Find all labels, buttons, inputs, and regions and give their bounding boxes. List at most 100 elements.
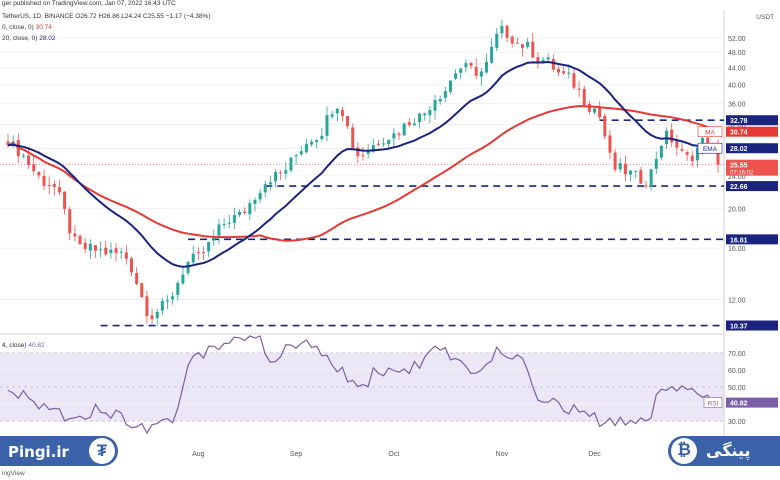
candle-body[interactable] [474,66,478,76]
candle-body[interactable] [407,122,411,126]
candle-body[interactable] [629,170,633,175]
candle-body[interactable] [582,88,586,106]
candle-body[interactable] [165,300,169,302]
ma-legend[interactable]: 0, close, 0) 30.74 [2,24,52,31]
candle-body[interactable] [551,59,555,70]
candle-body[interactable] [397,133,401,136]
candle-body[interactable] [294,155,298,157]
candle-body[interactable] [289,157,293,171]
candle-body[interactable] [387,139,391,145]
candle-body[interactable] [217,224,221,236]
candle-body[interactable] [238,211,242,216]
candle-body[interactable] [392,133,396,139]
candle-body[interactable] [351,127,355,150]
candle-body[interactable] [119,251,123,253]
candle-body[interactable] [274,171,278,182]
candle-body[interactable] [181,274,185,284]
candle-body[interactable] [32,164,36,172]
candle-body[interactable] [114,248,118,253]
candle-body[interactable] [443,91,447,98]
candle-body[interactable] [520,44,524,48]
candle-body[interactable] [135,273,139,284]
candle-body[interactable] [68,209,72,234]
candle-body[interactable] [587,103,591,112]
candle-body[interactable] [675,141,679,148]
candle-body[interactable] [659,145,663,158]
candle-body[interactable] [93,245,97,251]
candle-body[interactable] [176,282,180,295]
candle-body[interactable] [639,170,643,184]
candle-body[interactable] [88,243,92,251]
candle-body[interactable] [690,155,694,162]
candle-body[interactable] [654,158,658,169]
candle-body[interactable] [310,141,314,145]
candle-body[interactable] [546,57,550,60]
candle-body[interactable] [448,80,452,92]
candle-body[interactable] [258,192,262,200]
candle-body[interactable] [27,155,31,165]
candle-body[interactable] [598,108,602,118]
candle-body[interactable] [37,171,41,176]
candle-body[interactable] [140,283,144,298]
candle-body[interactable] [57,187,61,193]
candle-body[interactable] [454,73,458,79]
candle-body[interactable] [248,203,252,215]
candle-body[interactable] [284,170,288,174]
candle-body[interactable] [320,135,324,139]
candle-body[interactable] [510,36,514,44]
candle-body[interactable] [99,249,103,251]
candle-body[interactable] [680,149,684,151]
candle-body[interactable] [505,25,509,38]
time-axis[interactable]: AugSepOctNovDec2022 [192,451,700,458]
candle-body[interactable] [428,109,432,116]
candle-body[interactable] [253,199,257,205]
candle-body[interactable] [227,222,231,224]
candle-body[interactable] [433,100,437,111]
candle-body[interactable] [42,175,46,186]
candle-body[interactable] [150,315,154,320]
candle-body[interactable] [268,182,272,185]
rsi-axis[interactable]: 30.0040.0050.0060.0070.00 [728,351,746,426]
candle-body[interactable] [634,170,638,172]
candle-body[interactable] [464,63,468,68]
candle-body[interactable] [47,185,51,187]
candle-body[interactable] [299,151,303,155]
candle-body[interactable] [124,252,128,259]
candle-body[interactable] [73,233,77,237]
candle-body[interactable] [196,252,200,254]
candle-body[interactable] [685,152,689,155]
candle-body[interactable] [52,184,56,188]
candle-body[interactable] [232,215,236,223]
candle-body[interactable] [500,25,504,34]
candle-body[interactable] [706,137,710,144]
candle-body[interactable] [63,191,67,209]
ema-legend[interactable]: 20, close, 0) 28.02 [2,35,56,42]
candle-body[interactable] [459,68,463,73]
candle-body[interactable] [531,41,535,58]
candle-body[interactable] [78,235,82,245]
candle-body[interactable] [304,144,308,153]
candle-body[interactable] [382,143,386,145]
candle-body[interactable] [649,169,653,187]
candle-body[interactable] [670,129,674,143]
candle-body[interactable] [160,301,164,311]
candle-body[interactable] [315,140,319,143]
candle-body[interactable] [21,155,25,157]
candle-body[interactable] [613,152,617,170]
candle-body[interactable] [129,258,133,273]
candle-body[interactable] [526,41,530,48]
candle-body[interactable] [557,68,561,73]
candle-body[interactable] [572,73,576,88]
candle-body[interactable] [83,242,87,250]
candle-body[interactable] [418,113,422,122]
candle-body[interactable] [603,115,607,137]
candle-body[interactable] [484,61,488,73]
candle-body[interactable] [623,163,627,175]
candle-body[interactable] [479,71,483,77]
candle-body[interactable] [495,33,499,49]
candle-body[interactable] [412,123,416,126]
candle-body[interactable] [243,211,247,214]
candle-body[interactable] [279,172,283,174]
candle-body[interactable] [423,113,427,116]
candle-body[interactable] [104,247,108,255]
